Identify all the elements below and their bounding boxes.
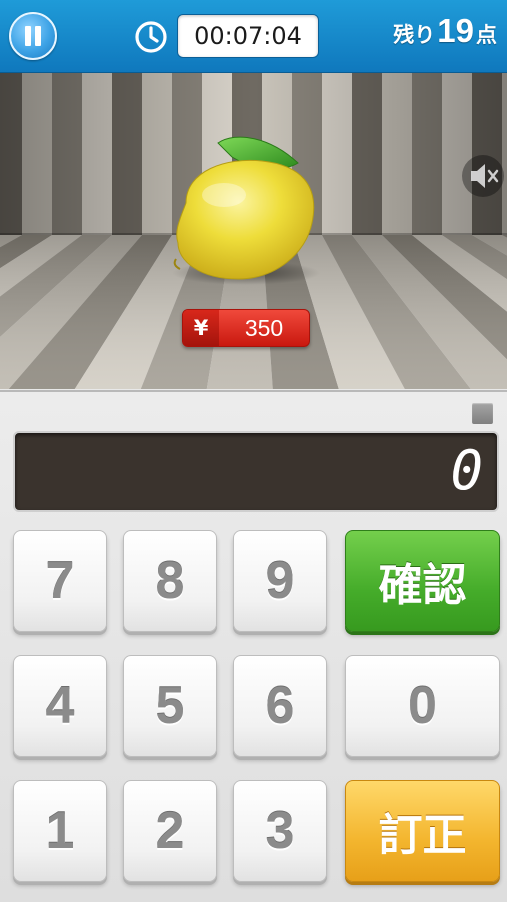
key-1[interactable]: 1 xyxy=(13,780,107,882)
top-bar: 00:07:04 残り 19 点 xyxy=(0,0,507,73)
key-7[interactable]: 7 xyxy=(13,530,107,632)
key-2[interactable]: 2 xyxy=(123,780,217,882)
calculator-display-value: 0 xyxy=(450,439,485,502)
key-5[interactable]: 5 xyxy=(123,655,217,757)
pause-button[interactable] xyxy=(9,12,57,60)
pause-icon-bar-left xyxy=(25,26,31,46)
key-9[interactable]: 9 xyxy=(233,530,327,632)
mute-icon[interactable] xyxy=(460,153,506,199)
calculator-display: 0 xyxy=(13,431,499,512)
price-tag: ¥ 350 xyxy=(182,309,310,347)
correct-button[interactable]: 訂正 xyxy=(345,780,500,882)
key-4[interactable]: 4 xyxy=(13,655,107,757)
calculator-panel: 0 7 8 9 確認 4 5 6 0 1 2 3 訂正 xyxy=(0,390,507,902)
remaining-suffix: 点 xyxy=(476,23,497,47)
clock-icon xyxy=(135,21,167,53)
key-0[interactable]: 0 xyxy=(345,655,500,757)
timer-display: 00:07:04 xyxy=(177,14,319,58)
remaining-items-counter: 残り 19 点 xyxy=(393,12,497,58)
remaining-prefix: 残り xyxy=(393,23,436,47)
confirm-button[interactable]: 確認 xyxy=(345,530,500,632)
key-8[interactable]: 8 xyxy=(123,530,217,632)
key-6[interactable]: 6 xyxy=(233,655,327,757)
pause-icon-bar-right xyxy=(35,26,41,46)
key-3[interactable]: 3 xyxy=(233,780,327,882)
calculator-corner-square xyxy=(472,403,493,424)
price-value: 350 xyxy=(244,314,284,341)
price-currency: ¥ xyxy=(183,310,219,346)
remaining-count: 19 xyxy=(437,12,474,49)
